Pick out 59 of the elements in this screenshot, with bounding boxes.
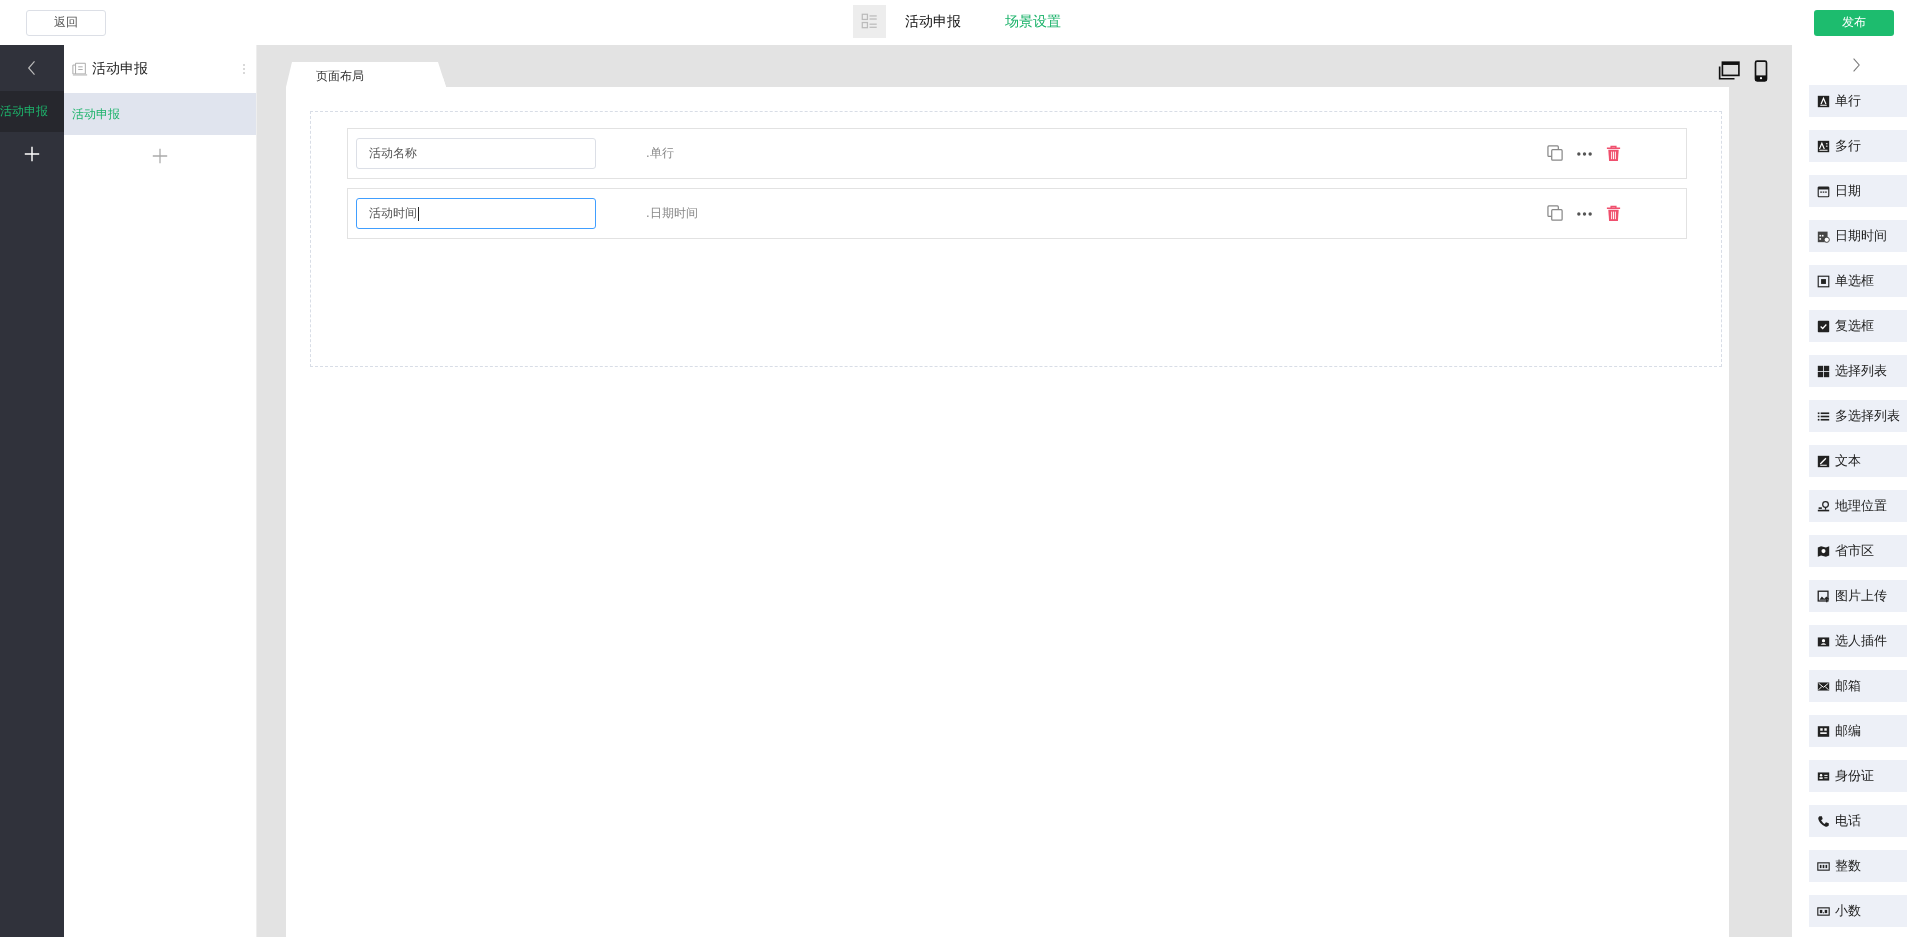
back-button[interactable]: 返回 xyxy=(26,9,106,36)
phone-icon xyxy=(1817,814,1830,828)
map-icon xyxy=(1817,544,1830,558)
grid-icon xyxy=(1817,364,1830,378)
list-icon xyxy=(1817,409,1830,423)
collapse-chevron-icon[interactable] xyxy=(27,59,37,77)
widget-palette-item[interactable]: 日期时间 xyxy=(1809,220,1907,252)
widget-palette-item[interactable]: 邮编 xyxy=(1809,715,1907,747)
copy-icon[interactable] xyxy=(1547,205,1564,222)
widget-palette-item[interactable]: 地理位置 xyxy=(1809,490,1907,522)
panel-title: 活动申报 xyxy=(92,60,149,78)
calendar-icon xyxy=(1817,184,1830,198)
widget-palette-item[interactable]: 邮箱 xyxy=(1809,670,1907,702)
widget-palette-item[interactable]: 电话 xyxy=(1809,805,1907,837)
widget-palette-item[interactable]: 图片上传 xyxy=(1809,580,1907,612)
form-title-tab[interactable]: 活动申报 xyxy=(905,12,961,31)
image-upload-icon xyxy=(1817,589,1830,603)
decimal-field-icon xyxy=(1817,904,1830,918)
number-field-icon xyxy=(1817,859,1830,873)
widget-palette-item[interactable]: 文本 xyxy=(1809,445,1907,477)
form-field-card[interactable]: 活动时间 .日期时间 xyxy=(347,188,1687,239)
field-name-input[interactable]: 活动名称 xyxy=(356,138,596,169)
page-layout-tab[interactable]: 页面布局 xyxy=(286,62,446,87)
widget-palette-item[interactable]: 复选框 xyxy=(1809,310,1907,342)
field-name-input[interactable]: 活动时间 xyxy=(356,198,596,229)
widget-palette-item[interactable]: 整数 xyxy=(1809,850,1907,882)
widget-palette-item[interactable]: 多行 xyxy=(1809,130,1907,162)
widget-palette-item[interactable]: 多选择列表 xyxy=(1809,400,1907,432)
copy-icon[interactable] xyxy=(1547,145,1564,162)
field-type-label: .单行 xyxy=(646,146,675,161)
widget-palette-item[interactable]: 小数 xyxy=(1809,895,1907,927)
id-card-icon xyxy=(1817,769,1830,783)
person-card-icon xyxy=(1817,634,1830,648)
widget-palette-item[interactable]: 选择列表 xyxy=(1809,355,1907,387)
edit-icon xyxy=(1817,454,1830,468)
more-icon[interactable] xyxy=(1576,150,1593,157)
form-field-card[interactable]: 活动名称 .单行 xyxy=(347,128,1687,179)
calendar-clock-icon xyxy=(1817,229,1830,243)
delete-icon[interactable] xyxy=(1605,145,1622,162)
widget-palette-item[interactable]: 单选框 xyxy=(1809,265,1907,297)
postcode-icon xyxy=(1817,724,1830,738)
more-icon[interactable] xyxy=(1576,210,1593,217)
envelope-icon xyxy=(1817,679,1830,693)
text-field-icon xyxy=(1817,94,1830,108)
widget-palette-item[interactable]: 选人插件 xyxy=(1809,625,1907,657)
widget-palette-item[interactable]: 单行 xyxy=(1809,85,1907,117)
text-area-icon xyxy=(1817,139,1830,153)
widget-palette-item[interactable]: 日期 xyxy=(1809,175,1907,207)
field-type-label: .日期时间 xyxy=(646,206,699,221)
radio-icon xyxy=(1817,274,1830,288)
document-icon xyxy=(72,61,88,77)
delete-icon[interactable] xyxy=(1605,205,1622,222)
rail-item[interactable]: 活动申报 xyxy=(0,91,64,132)
widget-palette-item[interactable]: 身份证 xyxy=(1809,760,1907,792)
checkbox-icon xyxy=(1817,319,1830,333)
location-pin-icon xyxy=(1817,499,1830,513)
expand-chevron-icon[interactable] xyxy=(1851,57,1861,73)
widget-palette-item[interactable]: 省市区 xyxy=(1809,535,1907,567)
desktop-icon[interactable] xyxy=(1718,60,1740,82)
